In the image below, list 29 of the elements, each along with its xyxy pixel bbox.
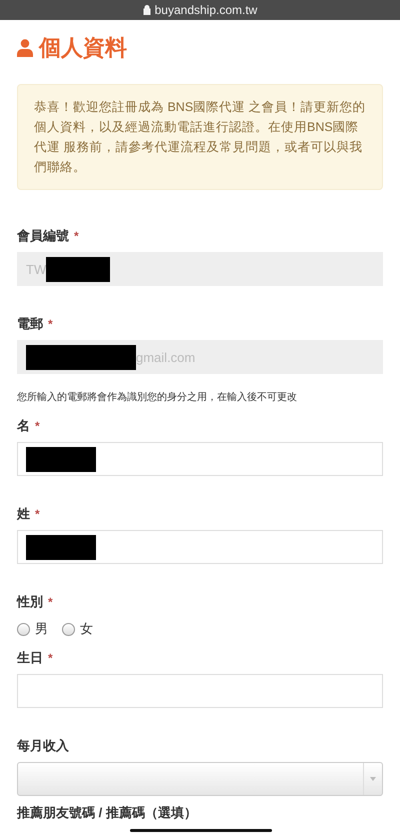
income-select[interactable]	[17, 762, 383, 796]
field-label: 姓	[17, 505, 30, 523]
hint-text: 您所輸入的電郵將會作為識別您的身分之用，在輸入後不可更改	[17, 390, 298, 404]
required-mark: *	[35, 507, 40, 521]
input-field[interactable]	[17, 442, 383, 476]
input-field[interactable]	[17, 530, 383, 564]
person-icon	[17, 39, 33, 57]
lock-icon	[142, 5, 151, 15]
required-mark: *	[48, 651, 53, 665]
field-label: 生日	[17, 649, 43, 667]
required-mark: *	[74, 229, 79, 243]
field-label: 性別	[17, 593, 43, 611]
field-label: 電郵	[17, 315, 43, 333]
required-mark: *	[35, 419, 40, 433]
welcome-notice: 恭喜！歡迎您註冊成為 BNS國際代運 之會員！請更新您的個人資料，以及經過流動電話進行認證。在使用BNS國際代運 服務前，請參考代運流程及常見問題，或者可以與我們聯絡。	[17, 84, 383, 190]
field-label: 推薦朋友號碼 / 推薦碼（選填）	[17, 804, 197, 822]
page-title: 個人資料	[39, 34, 127, 62]
browser-address-bar[interactable]: buyandship.com.tw	[0, 0, 400, 20]
required-mark: *	[48, 595, 53, 609]
radio-button[interactable]	[62, 622, 75, 636]
field-label: 會員編號	[17, 227, 69, 245]
field-label: 每月收入	[17, 737, 69, 755]
caret-icon	[370, 777, 376, 781]
field-label: 名	[17, 417, 30, 435]
required-mark: *	[48, 317, 53, 331]
input-field[interactable]	[17, 674, 383, 708]
radio-label[interactable]: 女	[80, 620, 93, 638]
radio-label[interactable]: 男	[35, 620, 48, 638]
radio-button[interactable]	[17, 622, 30, 636]
